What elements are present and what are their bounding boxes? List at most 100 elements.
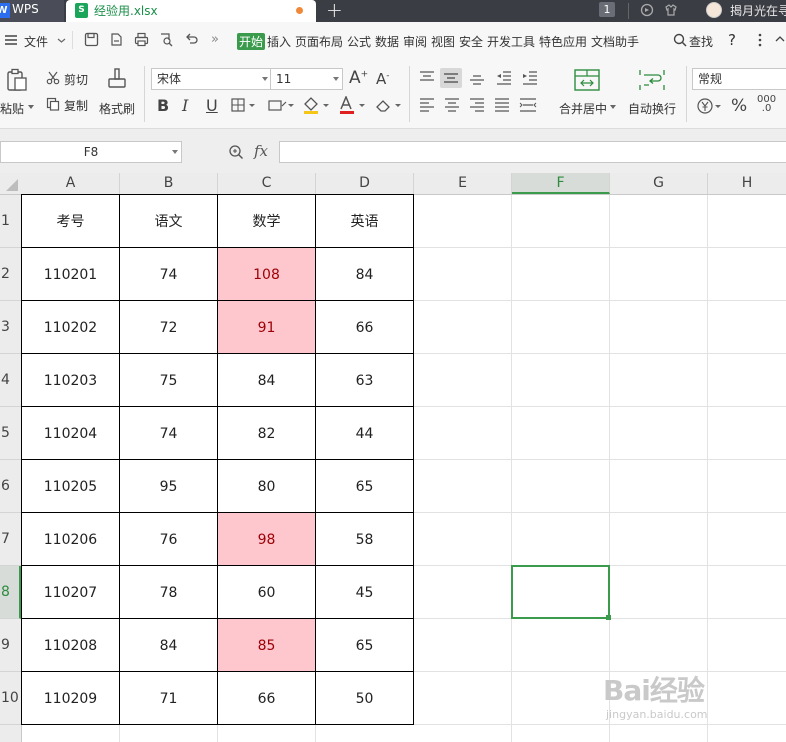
format-painter-icon[interactable] — [106, 67, 128, 91]
column-header-G[interactable]: G — [610, 173, 708, 194]
increase-font-button[interactable]: A+ — [349, 68, 368, 88]
tab-data[interactable]: 数据 — [375, 33, 399, 50]
cell-A1[interactable]: 考号 — [21, 194, 120, 248]
tab-view[interactable]: 视图 — [431, 33, 455, 50]
cell-B1[interactable]: 语文 — [119, 194, 218, 248]
name-box-dropdown-icon[interactable] — [172, 150, 178, 154]
row-header-1[interactable]: 1 — [0, 195, 21, 248]
bold-button[interactable]: B — [157, 96, 169, 115]
tab-home[interactable]: 开始 — [237, 33, 266, 50]
wrap-text-icon[interactable] — [639, 69, 665, 91]
cell-D3[interactable]: 66 — [315, 300, 414, 354]
row-header-2[interactable]: 2 — [0, 248, 21, 301]
cell-A6[interactable]: 110205 — [21, 459, 120, 513]
cell-D7[interactable]: 58 — [315, 512, 414, 566]
cell-C2[interactable]: 108 — [217, 247, 316, 301]
row-header-6[interactable]: 6 — [0, 460, 21, 513]
fill-color-icon[interactable] — [302, 96, 330, 114]
column-header-C[interactable]: C — [218, 173, 316, 194]
decrease-indent-icon[interactable] — [496, 71, 512, 85]
merge-center-icon[interactable] — [574, 69, 600, 91]
row-header-7[interactable]: 7 — [0, 513, 21, 566]
selected-cell-F8[interactable] — [511, 565, 610, 619]
cell-C5[interactable]: 82 — [217, 406, 316, 460]
help-button[interactable]: ? — [728, 31, 736, 49]
cell-B10[interactable]: 71 — [119, 671, 218, 725]
cell-C1[interactable]: 数学 — [217, 194, 316, 248]
cell-A4[interactable]: 110203 — [21, 353, 120, 407]
underline-button[interactable]: U — [206, 96, 218, 115]
align-center-icon[interactable] — [444, 98, 460, 112]
select-all-corner[interactable] — [0, 173, 22, 194]
decrease-font-button[interactable]: A- — [376, 70, 390, 88]
print-icon[interactable] — [134, 32, 149, 47]
font-color-icon[interactable] — [338, 96, 366, 114]
currency-icon[interactable] — [697, 97, 721, 115]
formula-input[interactable] — [279, 141, 786, 163]
tab-developer[interactable]: 开发工具 — [487, 33, 535, 50]
wrap-text-button[interactable]: 自动换行 — [628, 100, 676, 117]
cell-D10[interactable]: 50 — [315, 671, 414, 725]
column-header-B[interactable]: B — [120, 173, 218, 194]
wps-home-tab[interactable]: W WPS — [0, 0, 64, 22]
paste-icon[interactable] — [6, 68, 28, 92]
align-right-icon[interactable] — [469, 98, 485, 112]
row-header-10[interactable]: 10 — [0, 672, 21, 725]
document-tab[interactable]: S 经验用.xlsx — [66, 0, 316, 22]
cell-B7[interactable]: 76 — [119, 512, 218, 566]
cell-C7[interactable]: 98 — [217, 512, 316, 566]
cell-B4[interactable]: 75 — [119, 353, 218, 407]
user-name[interactable]: 揭月光在寻 — [730, 2, 786, 19]
new-tab-button[interactable]: + — [326, 0, 343, 22]
undo-icon[interactable] — [184, 32, 199, 47]
distribute-icon[interactable] — [519, 98, 537, 112]
paste-dropdown-icon[interactable] — [28, 105, 34, 109]
border-icon[interactable] — [231, 98, 255, 112]
align-top-icon[interactable] — [419, 71, 435, 85]
cell-A8[interactable]: 110207 — [21, 565, 120, 619]
cell-B8[interactable]: 78 — [119, 565, 218, 619]
row-header-4[interactable]: 4 — [0, 354, 21, 407]
cell-C8[interactable]: 60 — [217, 565, 316, 619]
cell-C3[interactable]: 91 — [217, 300, 316, 354]
align-left-icon[interactable] — [419, 98, 435, 112]
paste-button[interactable]: 粘贴 — [0, 100, 24, 117]
number-format-select[interactable]: 常规 — [692, 68, 786, 90]
search-label[interactable]: 查找 — [689, 33, 713, 50]
font-name-select[interactable]: 宋体 — [151, 68, 272, 90]
skin-icon[interactable] — [664, 3, 678, 17]
clear-format-icon[interactable] — [374, 97, 402, 113]
increase-indent-icon[interactable] — [522, 71, 538, 85]
cell-B6[interactable]: 95 — [119, 459, 218, 513]
zoom-formula-icon[interactable] — [228, 144, 244, 160]
more-quick-access-icon[interactable]: » — [211, 32, 219, 47]
cell-D1[interactable]: 英语 — [315, 194, 414, 248]
cell-C10[interactable]: 66 — [217, 671, 316, 725]
font-size-select[interactable]: 11 — [270, 68, 343, 90]
print-preview-icon[interactable] — [159, 32, 174, 47]
cell-style-icon[interactable] — [268, 98, 294, 112]
cell-C6[interactable]: 80 — [217, 459, 316, 513]
cell-B2[interactable]: 74 — [119, 247, 218, 301]
align-bottom-icon[interactable] — [469, 71, 485, 85]
cell-D2[interactable]: 84 — [315, 247, 414, 301]
name-box[interactable]: F8 — [0, 141, 182, 163]
cell-B9[interactable]: 84 — [119, 618, 218, 672]
window-count-badge[interactable]: 1 — [599, 2, 615, 17]
merge-center-button[interactable]: 合并居中 — [559, 100, 607, 117]
cell-B5[interactable]: 74 — [119, 406, 218, 460]
tab-security[interactable]: 安全 — [459, 33, 483, 50]
chevron-down-icon[interactable] — [610, 105, 616, 109]
menu-file[interactable]: 文件 — [24, 33, 48, 50]
collapse-ribbon-icon[interactable] — [775, 34, 785, 44]
cell-D9[interactable]: 65 — [315, 618, 414, 672]
row-header-5[interactable]: 5 — [0, 407, 21, 460]
cell-D6[interactable]: 65 — [315, 459, 414, 513]
justify-icon[interactable] — [494, 98, 510, 112]
cell-B3[interactable]: 72 — [119, 300, 218, 354]
row-header-8[interactable]: 8 — [0, 566, 21, 619]
copy-button[interactable]: 复制 — [64, 97, 88, 114]
tab-special-apps[interactable]: 特色应用 — [539, 33, 587, 50]
percent-button[interactable]: % — [731, 96, 747, 116]
tab-review[interactable]: 审阅 — [403, 33, 427, 50]
